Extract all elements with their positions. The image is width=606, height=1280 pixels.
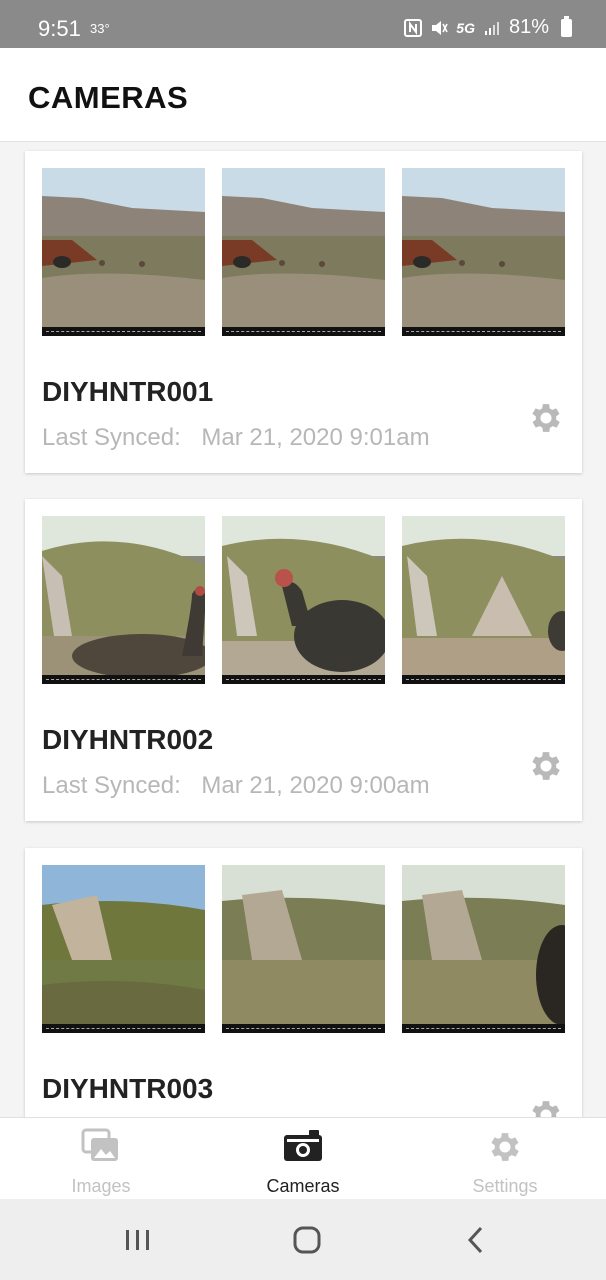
camera-thumbnail[interactable]	[222, 168, 385, 336]
images-icon	[81, 1128, 118, 1161]
tab-label-images: Images	[71, 1176, 131, 1196]
back-icon[interactable]	[457, 1224, 497, 1256]
status-icons: 5G 81%	[404, 15, 572, 39]
thumbnail-row	[42, 516, 565, 684]
last-synced: Last Synced: Mar 21, 2020 9:00am	[42, 772, 430, 800]
camera-thumbnail[interactable]	[222, 865, 385, 1033]
landscape-image	[402, 865, 565, 1033]
camera-thumbnail[interactable]	[402, 865, 565, 1033]
last-synced-value: Mar 21, 2020 9:00am	[201, 772, 430, 799]
camera-thumbnail[interactable]	[402, 516, 565, 684]
camera-thumbnail[interactable]	[402, 168, 565, 336]
gear-icon[interactable]	[527, 1096, 565, 1117]
mute-icon	[432, 20, 448, 35]
camera-thumbnail[interactable]	[222, 516, 385, 684]
system-nav-bar	[0, 1199, 606, 1280]
landscape-image	[402, 516, 565, 684]
landscape-image	[402, 168, 565, 336]
bottom-tab-bar: Images Cameras Settings	[0, 1117, 606, 1199]
gear-icon[interactable]	[527, 747, 565, 785]
status-time: 9:51	[38, 16, 81, 41]
last-synced-label: Last Synced:	[42, 424, 181, 451]
gear-icon	[491, 1133, 519, 1161]
turkey-image	[222, 516, 385, 684]
gear-icon[interactable]	[527, 399, 565, 437]
camera-card[interactable]: DIYHNTR001 Last Synced: Mar 21, 2020 9:0…	[25, 151, 582, 473]
landscape-image	[42, 865, 205, 1033]
landscape-image	[222, 865, 385, 1033]
home-icon[interactable]	[287, 1224, 327, 1256]
last-synced-label: Last Synced:	[42, 772, 181, 799]
battery-icon	[561, 15, 572, 37]
turkey-image	[42, 516, 205, 684]
landscape-image	[42, 168, 205, 336]
battery-percent: 81%	[508, 16, 549, 38]
last-synced: Last Synced: Mar 21, 2020 9:01am	[42, 424, 430, 452]
tab-images[interactable]: Images	[0, 1118, 202, 1199]
tab-cameras[interactable]: Cameras	[202, 1118, 404, 1199]
tab-label-settings: Settings	[472, 1176, 538, 1196]
camera-thumbnail[interactable]	[42, 516, 205, 684]
camera-icon	[284, 1130, 322, 1161]
camera-thumbnail[interactable]	[42, 865, 205, 1033]
camera-name: DIYHNTR001	[42, 376, 214, 407]
tab-label-cameras: Cameras	[266, 1176, 340, 1196]
recent-apps-icon[interactable]	[118, 1224, 158, 1256]
tab-settings[interactable]: Settings	[404, 1118, 606, 1199]
camera-list[interactable]: DIYHNTR001 Last Synced: Mar 21, 2020 9:0…	[0, 142, 606, 1117]
landscape-image	[222, 168, 385, 336]
status-bar: 9:51 33° 5G 81%	[0, 0, 606, 48]
camera-thumbnail[interactable]	[42, 168, 205, 336]
thumbnail-row	[42, 168, 565, 336]
last-synced-value: Mar 21, 2020 9:01am	[201, 424, 430, 451]
app-header: CAMERAS	[0, 48, 606, 142]
camera-name: DIYHNTR003	[42, 1073, 214, 1104]
camera-card[interactable]: DIYHNTR003	[25, 848, 582, 1117]
network-type: 5G	[456, 19, 475, 36]
signal-icon	[484, 21, 499, 35]
thumbnail-row	[42, 865, 565, 1033]
camera-card[interactable]: DIYHNTR002 Last Synced: Mar 21, 2020 9:0…	[25, 499, 582, 821]
camera-name: DIYHNTR002	[42, 724, 214, 755]
status-temperature: 33°	[90, 21, 110, 36]
page-title: CAMERAS	[28, 80, 189, 115]
nfc-icon	[404, 18, 423, 37]
